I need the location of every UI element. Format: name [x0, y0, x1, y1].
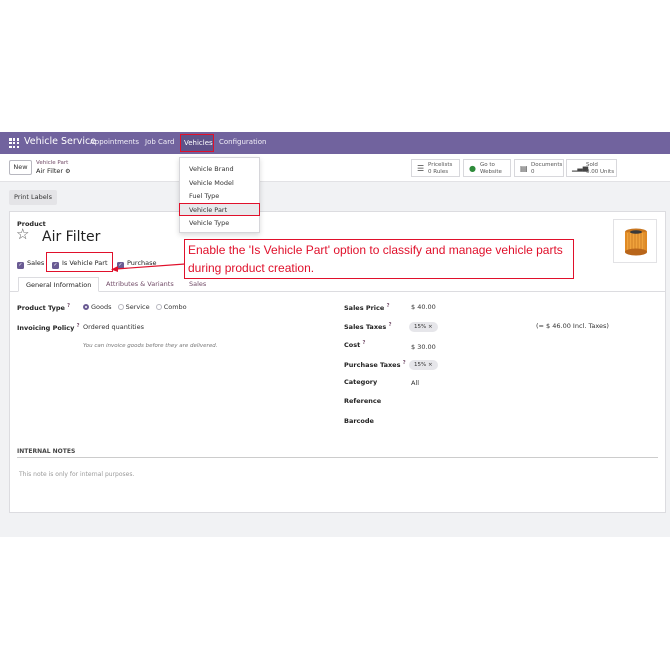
- help-icon[interactable]: ?: [387, 303, 390, 309]
- menu-item-vehicle-type[interactable]: Vehicle Type: [180, 217, 259, 230]
- radio-service-label: Service: [125, 303, 150, 311]
- callout-arrow: [111, 263, 186, 272]
- menu-vehicles-highlight[interactable]: Vehicles: [180, 134, 214, 152]
- check-icon: ✓: [17, 262, 24, 269]
- menu-job-card[interactable]: Job Card: [145, 138, 174, 146]
- purchase-tax-tag[interactable]: 15% ×: [409, 360, 438, 370]
- invoicing-policy-label: Invoicing Policy ?: [17, 323, 80, 332]
- product-type-label: Product Type ?: [17, 303, 70, 312]
- pricelists-button[interactable]: ☰ Pricelists 0 Rules: [411, 159, 460, 177]
- pricelists-label: Pricelists: [428, 162, 453, 168]
- gear-icon[interactable]: ⚙: [65, 168, 70, 175]
- vehicles-dropdown-menu: Vehicle Brand Vehicle Model Fuel Type Ve…: [179, 157, 260, 233]
- go-to-website-button[interactable]: ● Go to Website: [463, 159, 511, 177]
- sales-price-field[interactable]: $ 40.00: [411, 303, 436, 311]
- breadcrumb-parent[interactable]: Vehicle Part: [36, 160, 68, 166]
- is-vehicle-part-highlight: [46, 252, 113, 272]
- category-field[interactable]: All: [411, 379, 419, 387]
- menu-appointments[interactable]: Appointments: [90, 138, 139, 146]
- print-labels-button[interactable]: Print Labels: [9, 190, 57, 205]
- radio-combo[interactable]: [155, 304, 162, 310]
- app-name[interactable]: Vehicle Service: [24, 136, 96, 147]
- sales-taxes-label-text: Sales Taxes: [344, 323, 387, 331]
- list-icon: ☰: [417, 164, 425, 173]
- radio-goods[interactable]: [83, 304, 89, 310]
- internal-notes-field[interactable]: This note is only for internal purposes.: [19, 471, 134, 478]
- form-tabs: General Information Attributes & Variant…: [10, 277, 665, 292]
- radio-goods-label: Goods: [91, 303, 112, 311]
- new-button[interactable]: New: [9, 160, 32, 175]
- product-image[interactable]: [613, 219, 657, 263]
- menu-item-vehicle-brand[interactable]: Vehicle Brand: [180, 163, 259, 176]
- help-icon[interactable]: ?: [362, 340, 365, 346]
- purchase-taxes-label-text: Purchase Taxes: [344, 361, 401, 369]
- sales-price-label-text: Sales Price: [344, 304, 385, 312]
- sales-taxes-incl: (= $ 46.00 Incl. Taxes): [536, 322, 609, 330]
- internal-notes-heading: INTERNAL NOTES: [17, 448, 658, 458]
- help-icon[interactable]: ?: [77, 323, 80, 329]
- help-icon[interactable]: ?: [403, 360, 406, 366]
- website-label: Website: [480, 169, 502, 175]
- breadcrumb-current: Air Filter ⚙: [36, 167, 71, 175]
- sales-price-label: Sales Price ?: [344, 303, 389, 312]
- tab-attributes-variants[interactable]: Attributes & Variants: [99, 277, 181, 292]
- top-navbar: Vehicle Service Appointments Job Card Ve…: [0, 132, 670, 154]
- control-panel: New Vehicle Part Air Filter ⚙ ☰ Pricelis…: [0, 154, 670, 182]
- favorite-star-icon[interactable]: ☆: [16, 225, 29, 243]
- screenshot: Vehicle Service Appointments Job Card Ve…: [0, 132, 670, 537]
- product-name-field[interactable]: Air Filter: [42, 229, 100, 245]
- sales-taxes-label: Sales Taxes ?: [344, 322, 391, 331]
- cost-label: Cost ?: [344, 340, 365, 349]
- air-filter-image: [625, 228, 647, 256]
- product-form-sheet: Product ☆ Air Filter ✓ Sales ✓ Is Vehicle …: [9, 211, 666, 513]
- documents-label: Documents: [531, 162, 563, 168]
- sold-units: 0.00 Units: [586, 169, 615, 175]
- help-icon[interactable]: ?: [67, 303, 70, 309]
- help-icon[interactable]: ?: [389, 322, 392, 328]
- tab-general-information[interactable]: General Information: [18, 277, 100, 292]
- radio-combo-label: Combo: [163, 303, 187, 311]
- globe-icon: ●: [469, 164, 476, 173]
- reference-label: Reference: [344, 397, 382, 405]
- documents-count: 0: [531, 169, 535, 175]
- app-grid-icon[interactable]: [9, 138, 19, 148]
- sales-checkbox-label: Sales: [27, 259, 45, 267]
- sales-tax-tag[interactable]: 15% ×: [409, 322, 438, 332]
- sold-button[interactable]: ▁▃▅ Sold 0.00 Units: [566, 159, 617, 177]
- sales-checkbox[interactable]: ✓ Sales: [17, 259, 44, 269]
- invoicing-policy-label-text: Invoicing Policy: [17, 324, 75, 332]
- invoicing-note: You can invoice goods before they are de…: [83, 343, 218, 349]
- product-type-radio-group: Goods Service Combo: [79, 303, 187, 311]
- menu-vehicles[interactable]: Vehicles: [184, 139, 213, 147]
- document-icon: ▤: [520, 164, 528, 173]
- category-label: Category: [344, 378, 378, 386]
- radio-service[interactable]: [117, 304, 124, 310]
- cost-field[interactable]: $ 30.00: [411, 343, 436, 351]
- product-type-label-text: Product Type: [17, 304, 65, 312]
- tooltip-callout: Enable the 'Is Vehicle Part' option to c…: [184, 239, 574, 279]
- documents-button[interactable]: ▤ Documents 0: [514, 159, 564, 177]
- pricelists-count: 0 Rules: [428, 169, 449, 175]
- menu-configuration[interactable]: Configuration: [219, 138, 266, 146]
- menu-item-fuel-type[interactable]: Fuel Type: [180, 190, 259, 203]
- sold-label: Sold: [586, 162, 598, 168]
- breadcrumb-current-label: Air Filter: [36, 167, 64, 175]
- invoicing-policy-field[interactable]: Ordered quantities: [83, 323, 144, 331]
- purchase-taxes-label: Purchase Taxes ?: [344, 360, 406, 369]
- menu-item-vehicle-model[interactable]: Vehicle Model: [180, 177, 259, 190]
- cost-label-text: Cost: [344, 341, 361, 349]
- menu-item-vehicle-part[interactable]: Vehicle Part: [179, 203, 260, 216]
- tab-sales[interactable]: Sales: [182, 277, 213, 292]
- barcode-label: Barcode: [344, 417, 374, 425]
- go-to-label: Go to: [480, 162, 495, 168]
